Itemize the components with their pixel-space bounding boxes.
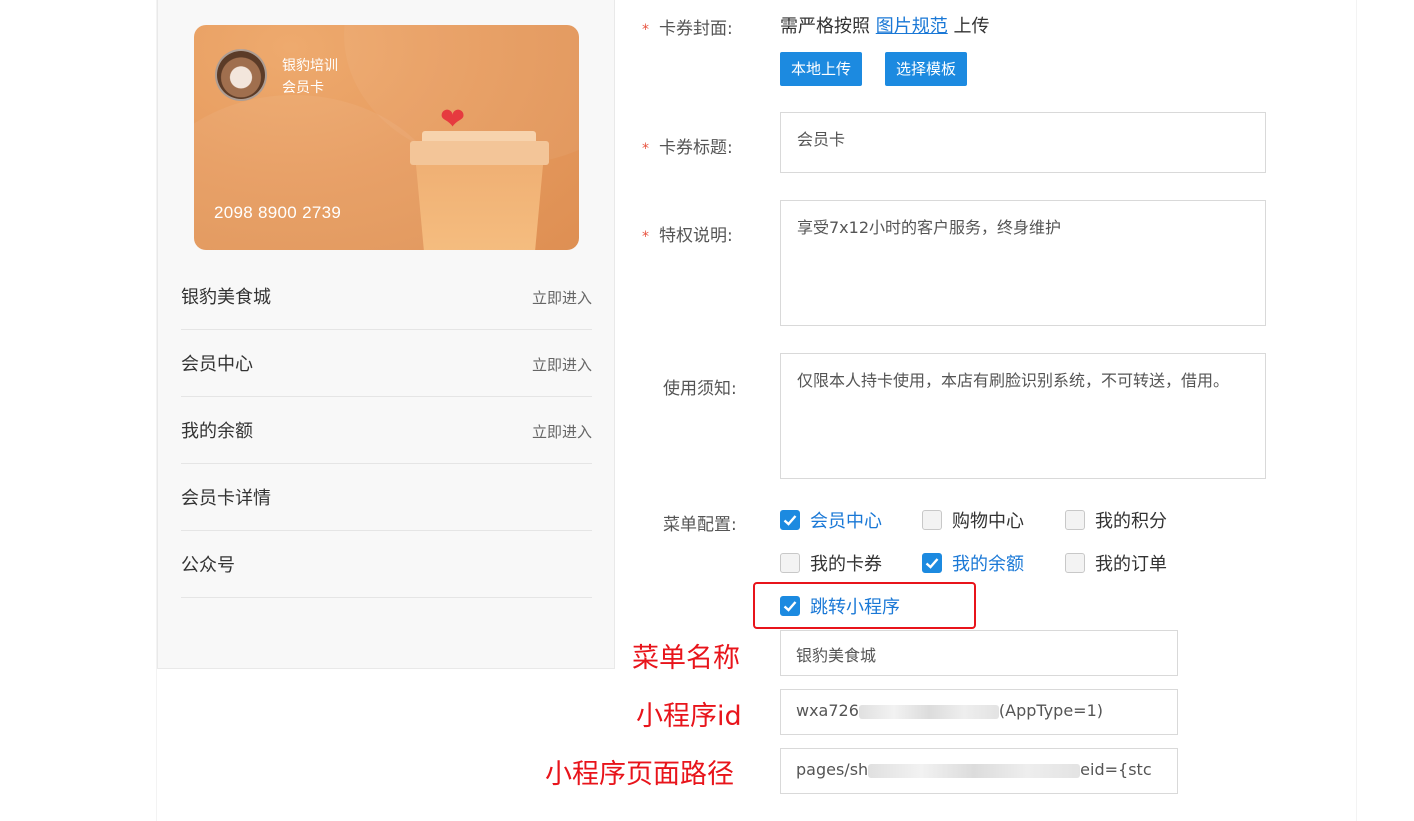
menu-name-label: 菜单名称 — [632, 643, 740, 674]
menu-name-input[interactable]: 银豹美食城 — [780, 630, 1178, 676]
preview-menu-label: 我的余额 — [181, 421, 253, 442]
miniprogram-id-label: 小程序id — [636, 701, 742, 732]
input-value: eid={stc — [1080, 760, 1152, 779]
enter-link[interactable]: 立即进入 — [532, 354, 592, 375]
privilege-label: * 特权说明: — [642, 226, 733, 246]
card-title-input[interactable]: 会员卡 — [780, 112, 1266, 173]
page-edge-right — [1356, 0, 1357, 821]
miniprogram-path-label: 小程序页面路径 — [545, 759, 734, 790]
menu-option-my-coupons[interactable]: 我的卡券 — [780, 551, 882, 575]
coffee-cup-lid — [410, 141, 549, 165]
image-spec-link[interactable]: 图片规范 — [876, 16, 948, 37]
local-upload-button[interactable]: 本地上传 — [780, 52, 863, 86]
menu-option-my-balance[interactable]: 我的余额 — [922, 551, 1024, 575]
checkbox-label: 我的卡券 — [810, 554, 882, 575]
preview-menu-label: 会员中心 — [181, 354, 253, 375]
card-number: 2098 8900 2739 — [214, 203, 342, 222]
checkbox[interactable] — [1065, 553, 1085, 573]
required-mark: * — [642, 141, 649, 157]
checkbox[interactable] — [780, 553, 800, 573]
cover-hint-text: 上传 — [953, 16, 990, 37]
preview-menu-item[interactable]: 公众号 — [181, 531, 592, 598]
preview-menu-label: 公众号 — [181, 555, 235, 576]
menu-option-shopping-center[interactable]: 购物中心 — [922, 508, 1024, 532]
privilege-textarea[interactable]: 享受7x12小时的客户服务，终身维护 — [780, 200, 1266, 326]
required-mark: * — [642, 229, 649, 245]
membership-card: 银豹培训 会员卡 ❤ 2098 8900 2739 — [194, 25, 579, 250]
checkbox-label: 购物中心 — [952, 511, 1024, 532]
input-value: wxa726 — [796, 701, 859, 720]
checkbox[interactable] — [1065, 510, 1085, 530]
menu-option-member-center[interactable]: 会员中心 — [780, 508, 882, 532]
menu-option-my-points[interactable]: 我的积分 — [1065, 508, 1167, 532]
cover-hint-text: 需严格按照 — [780, 16, 870, 37]
checkbox[interactable] — [922, 553, 942, 573]
title-label: * 卡券标题: — [642, 138, 733, 158]
miniprogram-path-input[interactable]: pages/sh eid={stc — [780, 748, 1178, 794]
preview-menu-item[interactable]: 我的余额 立即进入 — [181, 397, 592, 464]
redacted-mask — [868, 763, 1081, 778]
preview-menu-item[interactable]: 会员卡详情 — [181, 464, 592, 531]
checkbox-label: 我的积分 — [1095, 511, 1167, 532]
card-name: 会员卡 — [282, 80, 324, 96]
select-template-button[interactable]: 选择模板 — [885, 52, 968, 86]
coffee-cup-body — [416, 165, 543, 250]
notice-textarea[interactable]: 仅限本人持卡使用，本店有刷脸识别系统，不可转送，借用。 — [780, 353, 1266, 479]
checkbox[interactable] — [922, 510, 942, 530]
menu-option-my-orders[interactable]: 我的订单 — [1065, 551, 1167, 575]
preview-menu-list: 银豹美食城 立即进入 会员中心 立即进入 我的余额 立即进入 会员卡详情 公众号 — [181, 263, 592, 598]
miniprogram-id-input[interactable]: wxa726 (AppType=1) — [780, 689, 1178, 735]
notice-label: 使用须知: — [663, 379, 737, 399]
required-mark: * — [642, 22, 649, 38]
preview-menu-label: 会员卡详情 — [181, 488, 271, 509]
preview-menu-label: 银豹美食城 — [181, 287, 271, 308]
highlight-box — [753, 582, 976, 629]
cover-label: * 卡券封面: — [642, 19, 733, 39]
preview-menu-item[interactable]: 会员中心 立即进入 — [181, 330, 592, 397]
checkbox[interactable] — [780, 510, 800, 530]
checkbox-label: 会员中心 — [810, 511, 882, 532]
preview-menu-item[interactable]: 银豹美食城 立即进入 — [181, 263, 592, 330]
menu-config-label: 菜单配置: — [663, 515, 737, 535]
checkbox-label: 我的余额 — [952, 554, 1024, 575]
input-value: (AppType=1) — [998, 701, 1103, 720]
checkbox-label: 我的订单 — [1095, 554, 1167, 575]
cover-hint: 需严格按照 图片规范 上传 — [780, 12, 989, 38]
redacted-mask — [858, 704, 999, 719]
enter-link[interactable]: 立即进入 — [532, 287, 592, 308]
card-brand-name: 银豹培训 — [282, 58, 338, 74]
enter-link[interactable]: 立即进入 — [532, 421, 592, 442]
avatar-icon — [215, 49, 267, 101]
input-value: pages/sh — [796, 760, 869, 779]
